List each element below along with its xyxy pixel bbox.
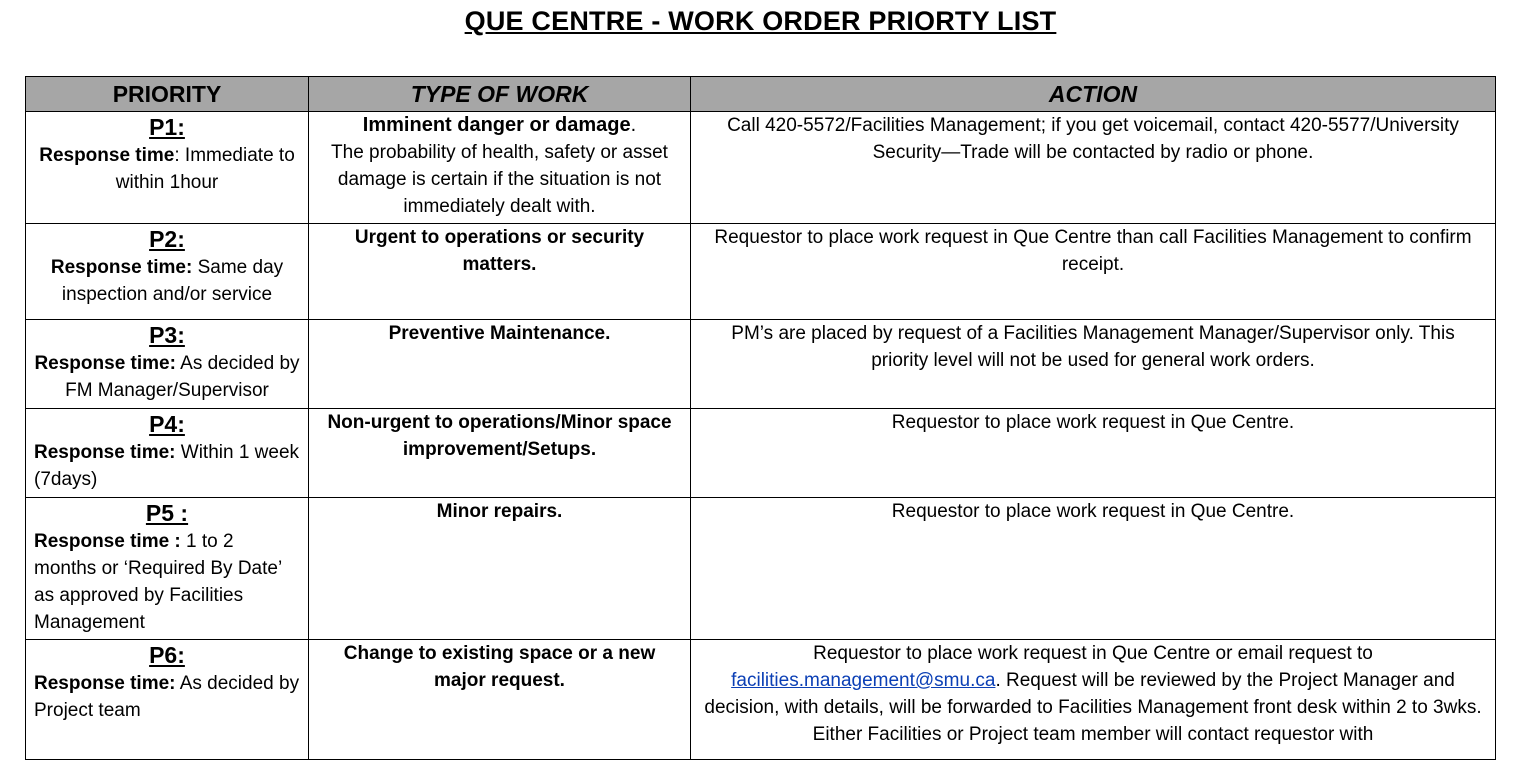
response-time-label: Response time: <box>34 353 176 374</box>
table-row: P5 : Response time : 1 to 2 months or ‘R… <box>25 497 1496 640</box>
type-of-work-title: Urgent to operations or security matters… <box>354 227 645 275</box>
priority-code: P6: <box>149 642 185 668</box>
table-row: P3: Response time: As decided by FM Mana… <box>25 319 1496 409</box>
action-cell: Requestor to place work request in Que C… <box>690 639 1496 760</box>
response-time-label: Response time : <box>34 531 181 552</box>
action-text: Requestor to place work request in Que C… <box>813 643 1373 664</box>
type-of-work-cell: Minor repairs. <box>308 497 691 640</box>
action-cell: Requestor to place work request in Que C… <box>690 408 1496 498</box>
type-of-work-cell: Change to existing space or a new major … <box>308 639 691 760</box>
type-of-work-title: Preventive Maintenance. <box>388 323 611 344</box>
type-of-work-description: The probability of health, safety or ass… <box>331 142 668 217</box>
table-header-row: PRIORITY TYPE OF WORK ACTION <box>25 76 1496 112</box>
priority-code: P5 : <box>145 500 189 526</box>
priority-code: P4: <box>149 411 185 437</box>
table-row: P6: Response time: As decided by Project… <box>25 639 1496 760</box>
priority-cell: P1: Response time: Immediate to within 1… <box>25 111 309 224</box>
priority-cell: P4: Response time: Within 1 week (7days) <box>25 408 309 498</box>
response-time-label: Response time: <box>34 442 176 463</box>
header-type-of-work: TYPE OF WORK <box>308 76 691 112</box>
table-row: P4: Response time: Within 1 week (7days)… <box>25 408 1496 498</box>
type-of-work-title: Change to existing space or a new major … <box>343 643 656 691</box>
priority-code: P3: <box>149 322 185 348</box>
response-time-label: Response time: <box>34 673 176 694</box>
header-priority: PRIORITY <box>25 76 309 112</box>
priority-cell: P2: Response time: Same day inspection a… <box>25 223 309 320</box>
type-of-work-title-end: . <box>630 114 637 136</box>
header-action: ACTION <box>690 76 1496 112</box>
type-of-work-cell: Urgent to operations or security matters… <box>308 223 691 320</box>
table-row: P2: Response time: Same day inspection a… <box>25 223 1496 320</box>
priority-table: PRIORITY TYPE OF WORK ACTION P1: Respons… <box>25 76 1496 760</box>
priority-code: P1: <box>149 114 185 140</box>
table-row: P1: Response time: Immediate to within 1… <box>25 111 1496 224</box>
action-cell: Call 420-5572/Facilities Management; if … <box>690 111 1496 224</box>
action-cell: Requestor to place work request in Que C… <box>690 497 1496 640</box>
response-time-label: Response time <box>39 145 175 166</box>
response-time-label: Response time: <box>50 257 193 278</box>
type-of-work-title: Minor repairs. <box>436 501 563 522</box>
type-of-work-title: Non-urgent to operations/Minor space imp… <box>327 412 672 460</box>
type-of-work-cell: Imminent danger or damage. The probabili… <box>308 111 691 224</box>
action-cell: PM’s are placed by request of a Faciliti… <box>690 319 1496 409</box>
type-of-work-title: Imminent danger or damage <box>362 114 631 136</box>
email-link[interactable]: facilities.management@smu.ca <box>731 670 995 691</box>
type-of-work-cell: Preventive Maintenance. <box>308 319 691 409</box>
priority-cell: P6: Response time: As decided by Project… <box>25 639 309 760</box>
action-cell: Requestor to place work request in Que C… <box>690 223 1496 320</box>
page-title: QUE CENTRE - WORK ORDER PRIORTY LIST <box>464 6 1057 36</box>
type-of-work-cell: Non-urgent to operations/Minor space imp… <box>308 408 691 498</box>
priority-code: P2: <box>149 226 185 252</box>
priority-cell: P3: Response time: As decided by FM Mana… <box>25 319 309 409</box>
priority-cell: P5 : Response time : 1 to 2 months or ‘R… <box>25 497 309 640</box>
